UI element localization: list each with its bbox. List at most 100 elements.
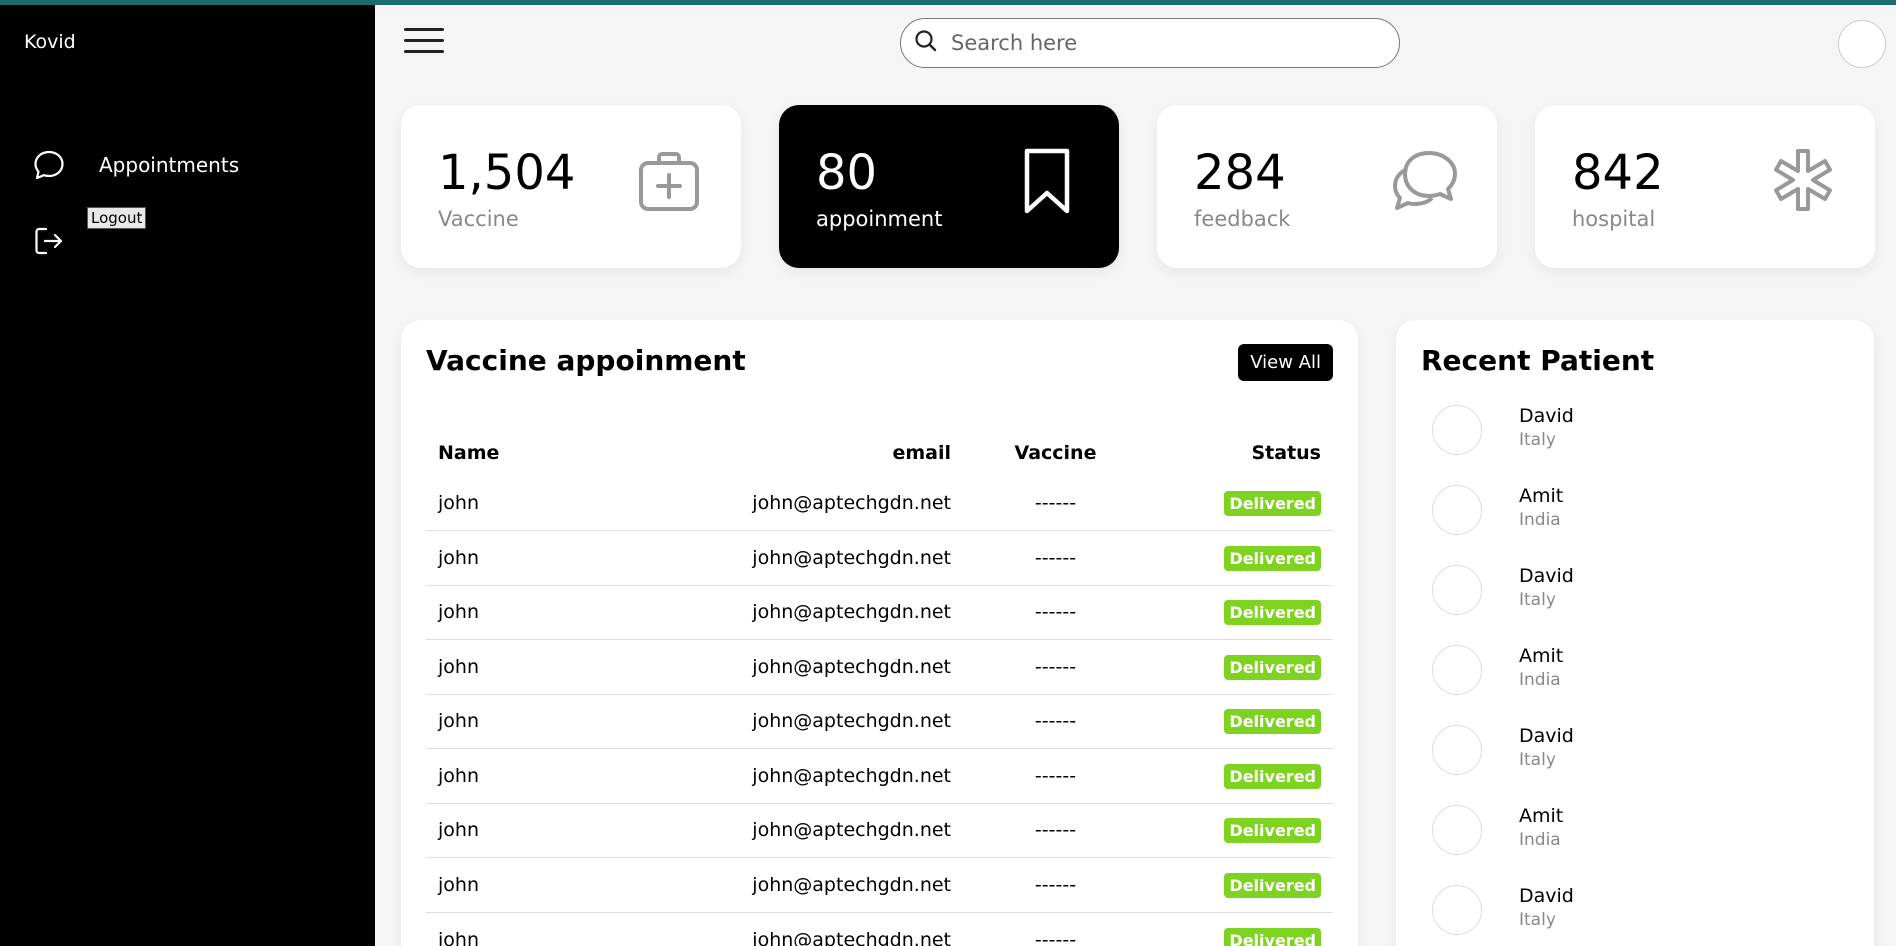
search-bar[interactable] <box>900 18 1400 68</box>
cell-vaccine: ------ <box>963 585 1148 640</box>
cell-name: john <box>426 748 646 804</box>
cell-email: john@aptechgdn.net <box>646 694 963 749</box>
table-row[interactable]: john john@aptechgdn.net ------ Delivered <box>426 912 1333 946</box>
view-all-button[interactable]: View All <box>1238 344 1333 381</box>
status-badge: Delivered <box>1224 654 1321 680</box>
column-header-status[interactable]: Status <box>1148 430 1333 476</box>
stat-card-feedback[interactable]: 284 feedback <box>1157 105 1497 268</box>
recent-patient-panel: Recent Patient David Italy Amit India Da… <box>1396 320 1874 946</box>
stat-card-vaccine[interactable]: 1,504 Vaccine <box>401 105 741 268</box>
cell-vaccine: ------ <box>963 694 1148 749</box>
patient-country: India <box>1519 830 1561 850</box>
avatar <box>1432 485 1482 535</box>
table-row[interactable]: john john@aptechgdn.net ------ Delivered <box>426 530 1333 586</box>
patient-country: Italy <box>1519 430 1556 450</box>
asterisk-icon <box>1767 145 1839 217</box>
menu-toggle-button[interactable] <box>404 28 444 58</box>
sidebar-item-appointments[interactable]: Appointments <box>32 148 239 182</box>
cell-vaccine: ------ <box>963 530 1148 586</box>
sidebar: Kovid Appointments Logout <box>0 0 375 946</box>
list-item[interactable]: David Italy <box>1432 885 1574 946</box>
table-header-row: Name email Vaccine Status <box>426 430 1333 476</box>
stat-value: 80 <box>816 145 878 201</box>
medical-kit-icon <box>633 145 705 217</box>
column-header-email[interactable]: email <box>646 430 963 476</box>
patient-country: Italy <box>1519 910 1556 930</box>
table-row[interactable]: john john@aptechgdn.net ------ Delivered <box>426 748 1333 804</box>
hamburger-line <box>404 50 444 53</box>
stat-value: 284 <box>1194 145 1286 201</box>
list-item[interactable]: Amit India <box>1432 485 1574 565</box>
patient-name: Amit <box>1519 645 1564 667</box>
column-header-vaccine[interactable]: Vaccine <box>963 430 1148 476</box>
sidebar-item-label: Appointments <box>99 153 240 177</box>
patient-name: David <box>1519 725 1574 747</box>
bookmark-icon <box>1011 145 1083 217</box>
status-badge: Delivered <box>1224 872 1321 898</box>
list-item[interactable]: David Italy <box>1432 725 1574 805</box>
cell-email: john@aptechgdn.net <box>646 857 963 913</box>
list-item[interactable]: Amit India <box>1432 805 1574 885</box>
cell-vaccine: ------ <box>963 857 1148 913</box>
avatar <box>1432 565 1482 615</box>
avatar <box>1432 805 1482 855</box>
stat-value: 842 <box>1572 145 1664 201</box>
appointments-table: Name email Vaccine Status john john@apte… <box>426 430 1333 946</box>
hamburger-line <box>404 28 444 31</box>
list-item[interactable]: Amit India <box>1432 645 1574 725</box>
cell-vaccine: ------ <box>1034 928 1077 946</box>
stat-label: feedback <box>1194 207 1291 231</box>
cell-name: john <box>438 928 479 946</box>
table-row[interactable]: john john@aptechgdn.net ------ Delivered <box>426 585 1333 640</box>
avatar <box>1432 725 1482 775</box>
cell-name: john <box>426 530 646 586</box>
chat-bubbles-icon <box>1389 145 1461 217</box>
logout-tooltip: Logout <box>87 207 147 229</box>
list-item[interactable]: David Italy <box>1432 565 1574 645</box>
patient-country: Italy <box>1519 590 1556 610</box>
table-row[interactable]: john john@aptechgdn.net ------ Delivered <box>426 476 1333 531</box>
column-header-name[interactable]: Name <box>426 430 646 476</box>
cell-vaccine: ------ <box>963 639 1148 695</box>
cell-vaccine: ------ <box>963 803 1148 858</box>
cell-name: john <box>426 639 646 695</box>
list-item[interactable]: David Italy <box>1432 405 1574 485</box>
cell-email: john@aptechgdn.net <box>646 476 963 531</box>
patient-name: David <box>1519 565 1574 587</box>
avatar <box>1432 885 1482 935</box>
brand-name: Kovid <box>24 31 76 53</box>
patient-country: Italy <box>1519 750 1556 770</box>
search-input[interactable] <box>951 31 1371 55</box>
cell-vaccine: ------ <box>963 476 1148 531</box>
sidebar-item-logout[interactable] <box>32 224 66 258</box>
stat-label: Vaccine <box>438 207 519 231</box>
stat-card-appointment[interactable]: 80 appoinment <box>779 105 1119 268</box>
hamburger-line <box>404 39 444 42</box>
cell-email: john@aptechgdn.net <box>646 639 963 695</box>
status-badge: Delivered <box>1224 709 1321 735</box>
cell-name: john <box>426 803 646 858</box>
avatar <box>1432 405 1482 455</box>
patient-country: India <box>1519 510 1561 530</box>
cell-name: john <box>426 857 646 913</box>
chat-bubble-icon <box>32 148 66 182</box>
logout-icon <box>32 224 66 258</box>
stat-card-hospital[interactable]: 842 hospital <box>1535 105 1875 268</box>
patient-name: Amit <box>1519 805 1564 827</box>
cell-email: john@aptechgdn.net <box>646 585 963 640</box>
avatar <box>1432 645 1482 695</box>
stat-value: 1,504 <box>438 145 576 201</box>
top-accent-bar <box>0 0 1896 5</box>
cell-email: john@aptechgdn.net <box>646 803 963 858</box>
user-avatar[interactable] <box>1838 20 1886 68</box>
cell-email: john@aptechgdn.net <box>646 530 963 586</box>
recent-patient-title: Recent Patient <box>1421 344 1655 377</box>
cell-email: john@aptechgdn.net <box>646 748 963 804</box>
table-row[interactable]: john john@aptechgdn.net ------ Delivered <box>426 694 1333 749</box>
table-row[interactable]: john john@aptechgdn.net ------ Delivered <box>426 857 1333 913</box>
patient-name: David <box>1519 885 1574 907</box>
cell-name: john <box>426 585 646 640</box>
table-row[interactable]: john john@aptechgdn.net ------ Delivered <box>426 803 1333 858</box>
cell-name: john <box>426 476 646 531</box>
table-row[interactable]: john john@aptechgdn.net ------ Delivered <box>426 639 1333 695</box>
